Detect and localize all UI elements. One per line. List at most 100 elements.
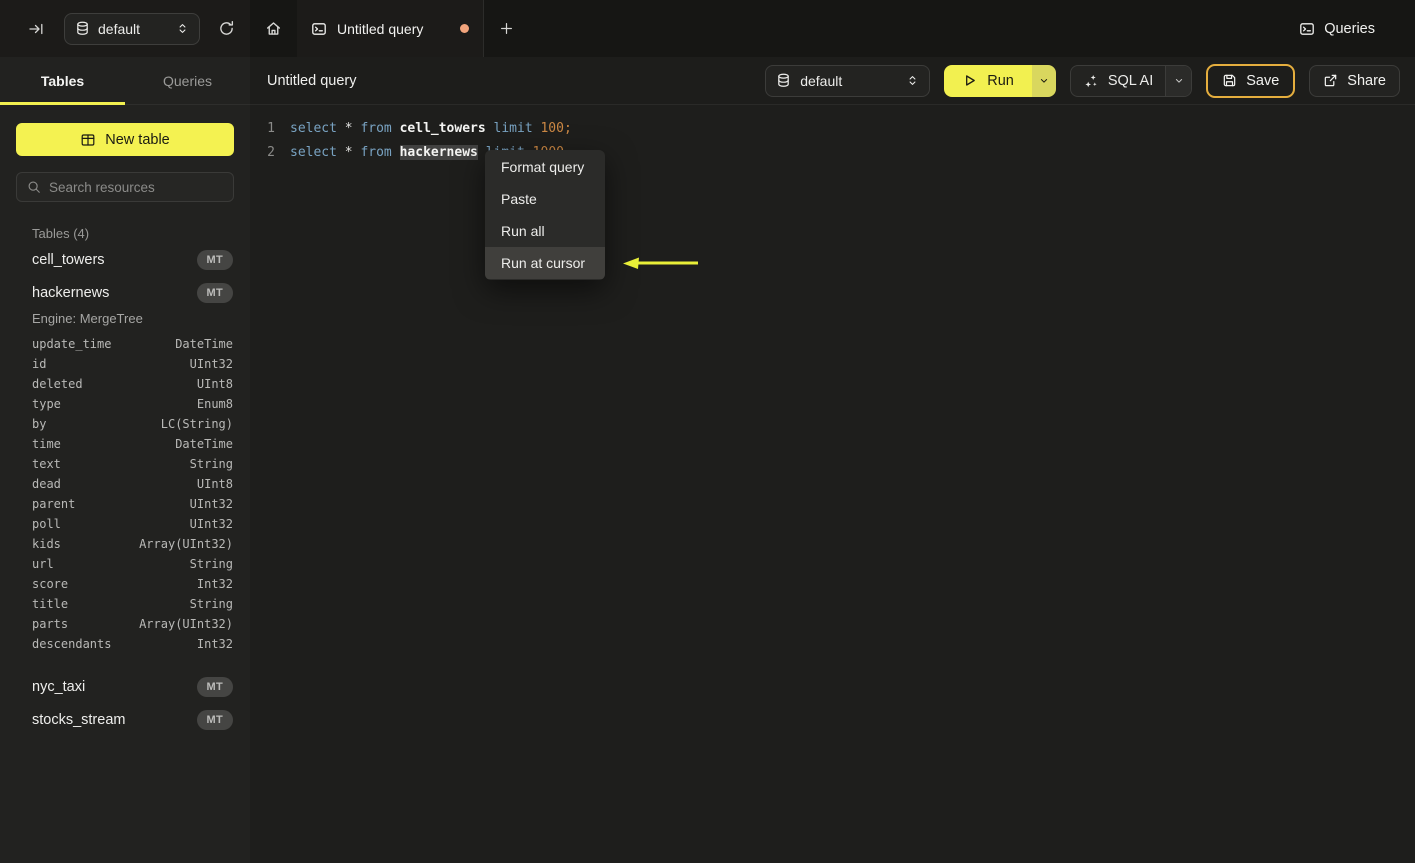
code-line: 2select * from hackernews limit 1000: [250, 140, 1415, 164]
column-row: type Enum8: [0, 394, 250, 414]
new-table-button[interactable]: New table: [16, 123, 234, 156]
table-row[interactable]: stocks_stream MT: [0, 703, 250, 736]
database-icon: [75, 21, 90, 36]
column-name: poll: [32, 517, 61, 531]
column-row: kids Array(UInt32): [0, 534, 250, 554]
table-grid-icon: [80, 132, 96, 148]
table-row[interactable]: cell_towers MT: [0, 243, 250, 276]
query-toolbar: Untitled query default Run SQL AI Save S…: [250, 57, 1415, 105]
column-type: LC(String): [160, 417, 233, 431]
column-name: parent: [32, 497, 76, 511]
column-row: id UInt32: [0, 354, 250, 374]
topbar-database-select[interactable]: default: [64, 12, 200, 45]
share-icon: [1323, 73, 1338, 88]
column-row: by LC(String): [0, 414, 250, 434]
column-name: dead: [32, 477, 61, 491]
queries-button[interactable]: Queries: [1299, 21, 1375, 37]
run-options-caret[interactable]: [1031, 64, 1056, 97]
sparkles-icon: [1083, 73, 1099, 89]
toolbar-database-select[interactable]: default: [765, 64, 931, 97]
menu-item-paste[interactable]: Paste: [485, 183, 605, 215]
table-row[interactable]: nyc_taxi MT: [0, 670, 250, 703]
table-engine-label: Engine: MergeTree: [32, 311, 143, 326]
collapse-sidebar-button[interactable]: [22, 15, 50, 43]
new-table-label: New table: [105, 131, 170, 148]
save-button[interactable]: Save: [1206, 63, 1296, 98]
home-icon: [265, 20, 282, 37]
unsaved-dot: [460, 24, 469, 33]
column-type: Int32: [196, 637, 233, 651]
column-type: Array(UInt32): [139, 617, 233, 631]
context-menu: Format query Paste Run all Run at cursor: [485, 150, 605, 280]
column-type: UInt32: [189, 497, 233, 511]
sql-ai-label: SQL AI: [1107, 72, 1154, 89]
column-name: parts: [32, 617, 69, 631]
tab-title: Untitled query: [337, 20, 424, 37]
collapse-sidebar-icon: [28, 21, 44, 37]
column-name: type: [32, 397, 61, 411]
sidebar-tab-queries[interactable]: Queries: [125, 57, 250, 104]
new-tab-button[interactable]: [484, 0, 529, 57]
chevron-down-icon: [1038, 75, 1050, 87]
menu-item-run-at-cursor[interactable]: Run at cursor: [485, 247, 605, 279]
column-name: kids: [32, 537, 61, 551]
column-row: update_time DateTime: [0, 334, 250, 354]
engine-badge: MT: [196, 709, 233, 730]
topbar-right: Queries: [1299, 0, 1415, 57]
column-type: String: [189, 557, 233, 571]
share-button[interactable]: Share: [1309, 64, 1400, 97]
sidebar-tab-tables[interactable]: Tables: [0, 57, 125, 105]
main-area: Untitled query default Run SQL AI Save S…: [250, 57, 1415, 863]
database-icon: [776, 73, 791, 88]
column-row: title String: [0, 594, 250, 614]
engine-badge: MT: [196, 249, 233, 270]
query-title: Untitled query: [267, 72, 357, 89]
column-row: text String: [0, 454, 250, 474]
home-button[interactable]: [250, 0, 297, 57]
column-row: dead UInt8: [0, 474, 250, 494]
chevron-up-down-icon: [176, 22, 189, 35]
column-type: UInt32: [189, 357, 233, 371]
resources-list: cell_towers MT hackernews MT Engine: MergeTr…: [0, 243, 250, 756]
engine-badge: MT: [196, 676, 233, 697]
tab-strip: Untitled query Queries: [250, 0, 1415, 57]
plus-icon: [499, 21, 514, 36]
search-input[interactable]: [49, 179, 223, 195]
column-type: UInt8: [196, 477, 233, 491]
column-row: time DateTime: [0, 434, 250, 454]
refresh-button[interactable]: [212, 14, 241, 43]
column-name: text: [32, 457, 61, 471]
menu-item-format-query[interactable]: Format query: [485, 151, 605, 183]
save-icon: [1222, 73, 1237, 88]
table-row[interactable]: hackernews MT: [0, 276, 250, 309]
line-number: 2: [267, 144, 275, 160]
column-name: time: [32, 437, 61, 451]
toolbar-database-value: default: [800, 72, 843, 89]
queries-button-label: Queries: [1324, 20, 1375, 37]
sql-ai-caret[interactable]: [1165, 65, 1192, 96]
column-row: deleted UInt8: [0, 374, 250, 394]
column-type: UInt32: [189, 517, 233, 531]
sql-editor[interactable]: 1 select * from cell_towers limit 100; 2 se…: [250, 105, 1415, 863]
column-name: url: [32, 557, 54, 571]
search-box: [16, 172, 234, 202]
column-name: score: [32, 577, 69, 591]
column-type: Enum8: [196, 397, 233, 411]
run-label: Run: [987, 72, 1014, 89]
sql-ai-button[interactable]: SQL AI: [1071, 66, 1165, 96]
column-type: String: [189, 457, 233, 471]
line-number: 1: [267, 120, 275, 136]
tables-section-title: Tables (4): [32, 226, 90, 241]
column-row: score Int32: [0, 574, 250, 594]
column-name: descendants: [32, 637, 112, 651]
tab-untitled-query[interactable]: Untitled query: [297, 0, 484, 57]
refresh-icon: [218, 20, 235, 37]
run-button[interactable]: Run: [944, 64, 1032, 97]
code-text: select * from cell_towers limit 100;: [290, 120, 572, 136]
topbar-database-value: default: [98, 20, 141, 37]
table-name: nyc_taxi: [32, 678, 86, 695]
column-row: url String: [0, 554, 250, 574]
column-type: DateTime: [175, 337, 233, 351]
menu-item-run-all[interactable]: Run all: [485, 215, 605, 247]
column-type: Array(UInt32): [139, 537, 233, 551]
